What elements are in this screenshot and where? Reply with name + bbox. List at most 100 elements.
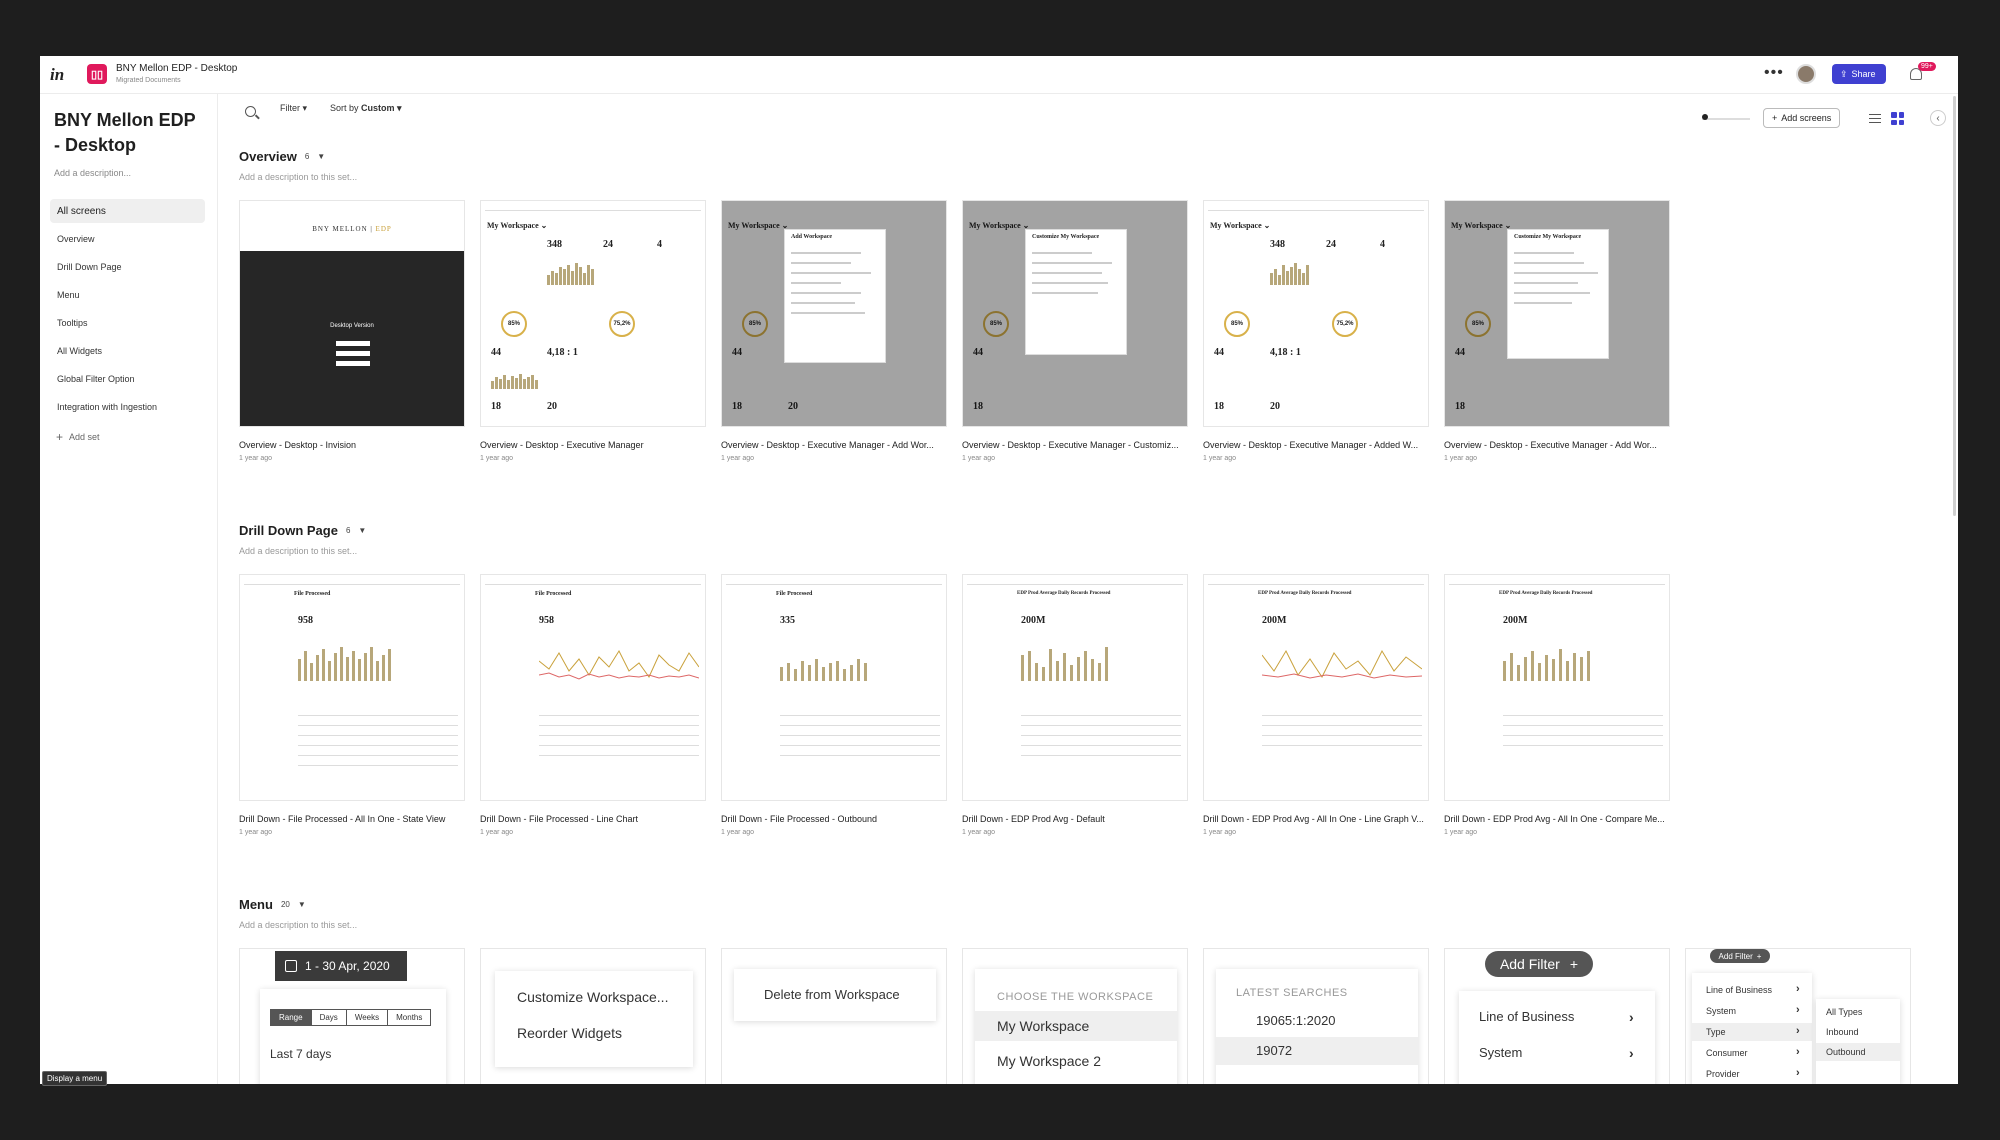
section-title: Menu [239,897,273,912]
filter-dropdown[interactable]: Filter ▾ [280,103,307,114]
share-button[interactable]: ⇪ Share [1832,64,1886,84]
project-title[interactable]: BNY Mellon EDP - Desktop [116,63,237,74]
date-range-header: 1 - 30 Apr, 2020 [275,951,407,981]
screen-card-drill-edp-line[interactable]: EDP Prod Average Daily Records Processed… [1203,574,1429,801]
chevron-down-icon[interactable]: ▼ [298,900,306,909]
search-icon[interactable] [245,106,256,117]
card-label[interactable]: Overview - Desktop - Executive Manager [480,440,706,450]
card-label[interactable]: Drill Down - EDP Prod Avg - Default [962,814,1188,824]
screen-card-menu-latest-searches[interactable]: LATEST SEARCHES 19065:1:2020 19072 [1203,948,1429,1084]
section-title-overview[interactable]: Overview 6 ▼ [239,149,325,164]
sort-prefix: Sort by [330,103,359,113]
card-label[interactable]: Drill Down - File Processed - Outbound [721,814,947,824]
card-time: 1 year ago [721,455,755,462]
chevron-right-icon: › [1796,983,1800,995]
section-title-drill-down[interactable]: Drill Down Page 6 ▼ [239,523,366,538]
section-count: 6 [304,152,310,161]
screen-card-overview-added-widget[interactable]: My Workspace ⌄ 348 24 4 85% 75,2% 44 4,1… [1203,200,1429,427]
invision-logo[interactable]: in [50,65,64,85]
screen-card-drill-line-chart[interactable]: File Processed 958 [480,574,706,801]
section-title: Overview [239,149,297,164]
chevron-down-icon[interactable]: ▼ [358,526,366,535]
card-label[interactable]: Drill Down - File Processed - Line Chart [480,814,706,824]
sidebar-item-all-screens[interactable]: All screens [50,199,205,223]
screen-card-drill-edp-compare[interactable]: EDP Prod Average Daily Records Processed… [1444,574,1670,801]
thumb-modal: Add Workspace [784,229,886,363]
sidebar-item-global-filter-option[interactable]: Global Filter Option [50,367,205,391]
section-description[interactable]: Add a description to this set... [239,546,357,556]
card-time: 1 year ago [1444,829,1478,836]
screen-card-drill-edp-default[interactable]: EDP Prod Average Daily Records Processed… [962,574,1188,801]
plus-icon: + [56,430,64,444]
sort-value: Custom ▾ [361,103,402,113]
sidebar-item-overview[interactable]: Overview [50,227,205,251]
screen-card-overview-customize[interactable]: My Workspace ⌄ 85% 44 18 Customize My Wo… [962,200,1188,427]
card-label[interactable]: Overview - Desktop - Executive Manager -… [721,440,947,450]
card-time: 1 year ago [480,455,514,462]
screen-card-menu-add-filter[interactable]: Add Filter + Line of Business › System › [1444,948,1670,1084]
sort-dropdown[interactable]: Sort by Custom ▾ [330,103,402,114]
range-segmented-control: Range Days Weeks Months [270,1009,432,1026]
calendar-icon [285,960,297,972]
section-title: Drill Down Page [239,523,338,538]
add-screens-button[interactable]: + Add screens [1763,108,1841,128]
thumb-line-chart [1262,649,1422,679]
card-label[interactable]: Drill Down - EDP Prod Avg - All In One -… [1203,814,1429,824]
chevron-down-icon[interactable]: ▼ [317,152,325,161]
scrollbar[interactable] [1953,96,1956,516]
share-label: Share [1851,69,1876,79]
chevron-right-icon: › [1796,1025,1800,1037]
plus-icon: + [1772,113,1778,123]
screen-card-overview-add-workspace-2[interactable]: My Workspace ⌄ 85% 44 18 Customize My Wo… [1444,200,1670,427]
notifications-badge: 99+ [1918,62,1936,71]
section-description[interactable]: Add a description to this set... [239,172,357,182]
chevron-right-icon: › [1796,1004,1800,1016]
app-window: in ▯▯ BNY Mellon EDP - Desktop Migrated … [40,56,1958,1084]
sidebar-item-drill-down-page[interactable]: Drill Down Page [50,255,205,279]
sidebar-item-all-widgets[interactable]: All Widgets [50,339,205,363]
collapse-panel-icon[interactable]: ‹ [1930,110,1946,126]
add-set-label: Add set [69,432,100,442]
screen-card-menu-date-range[interactable]: 1 - 30 Apr, 2020 Range Days Weeks Months La… [239,948,465,1084]
add-set-button[interactable]: + Add set [56,430,100,444]
screen-card-overview-executive[interactable]: My Workspace ⌄ 348 24 4 85% 75,2% 44 4,1… [480,200,706,427]
zoom-slider-handle[interactable] [1702,114,1708,120]
sidebar-item-menu[interactable]: Menu [50,283,205,307]
list-view-icon[interactable] [1869,114,1881,123]
screen-card-menu-delete[interactable]: Delete from Workspace [721,948,947,1084]
screen-card-menu-customize[interactable]: Customize Workspace... Reorder Widgets [480,948,706,1084]
sidebar-item-integration-with-ingestion[interactable]: Integration with Ingestion [50,395,205,419]
section-description[interactable]: Add a description to this set... [239,920,357,930]
screen-card-overview-invision[interactable]: BNY MELLON | EDP Desktop Version [239,200,465,427]
card-label[interactable]: Drill Down - File Processed - All In One… [239,814,465,824]
card-label[interactable]: Overview - Desktop - Executive Manager -… [1203,440,1429,450]
screen-card-menu-choose-workspace[interactable]: CHOOSE THE WORKSPACE My Workspace My Wor… [962,948,1188,1084]
card-time: 1 year ago [962,455,996,462]
more-options-icon[interactable]: ••• [1764,64,1784,82]
card-time: 1 year ago [721,829,755,836]
screen-card-overview-add-workspace[interactable]: My Workspace ⌄ 85% 44 18 20 Add Workspac… [721,200,947,427]
chevron-right-icon: › [1796,1067,1800,1079]
card-label[interactable]: Overview - Desktop - Executive Manager -… [962,440,1188,450]
screen-card-drill-outbound[interactable]: File Processed 335 [721,574,947,801]
section-count: 20 [280,900,290,909]
sidebar-description[interactable]: Add a description... [54,168,131,178]
project-subtitle[interactable]: Migrated Documents [116,77,181,84]
tooltip: Display a menu [42,1071,108,1086]
screen-card-drill-state-view[interactable]: File Processed 958 [239,574,465,801]
top-bar: in ▯▯ BNY Mellon EDP - Desktop Migrated … [40,56,1958,94]
card-time: 1 year ago [1444,455,1478,462]
sidebar-title[interactable]: BNY Mellon EDP - Desktop [54,108,204,158]
zoom-slider-track[interactable] [1702,118,1750,120]
card-time: 1 year ago [480,829,514,836]
card-label[interactable]: Overview - Desktop - Executive Manager -… [1444,440,1670,450]
thumb-brand: BNY MELLON | EDP [312,225,392,233]
card-label[interactable]: Drill Down - EDP Prod Avg - All In One -… [1444,814,1670,824]
plus-icon: + [1756,951,1762,961]
section-title-menu[interactable]: Menu 20 ▼ [239,897,306,912]
card-label[interactable]: Overview - Desktop - Invision [239,440,465,450]
grid-view-icon[interactable] [1891,112,1904,125]
screen-card-menu-filter-types[interactable]: Add Filter + Line of Business System Type… [1685,948,1911,1084]
user-avatar[interactable] [1796,64,1816,84]
sidebar-item-tooltips[interactable]: Tooltips [50,311,205,335]
